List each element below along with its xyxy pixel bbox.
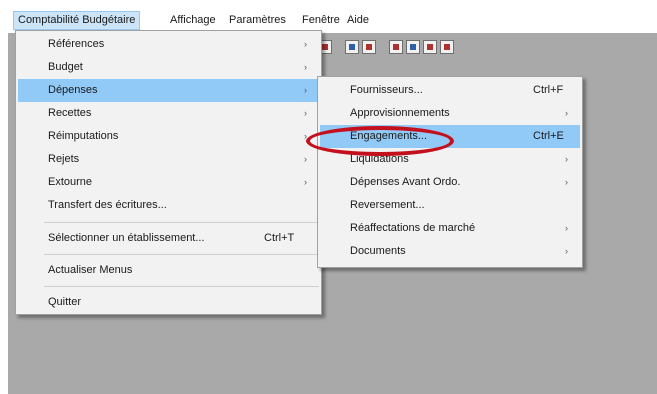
chevron-right-icon: ›	[304, 85, 307, 95]
toolbar-icon[interactable]	[345, 40, 359, 54]
menu-parametres[interactable]: Paramètres	[225, 11, 290, 30]
menu-item-label: Budget	[48, 61, 83, 73]
menu-bar: Comptabilité Budgétaire Affichage Paramè…	[0, 0, 657, 30]
menu-item-rejets[interactable]: Rejets ›	[18, 148, 319, 171]
toolbar-icon[interactable]	[406, 40, 420, 54]
menu-item-label: Rejets	[48, 153, 80, 165]
shortcut-label: Ctrl+T	[264, 232, 295, 244]
menu-item-actualiser-menus[interactable]: Actualiser Menus	[18, 259, 319, 282]
shortcut-label: Ctrl+E	[533, 130, 564, 142]
menu-item-label: Transfert des écritures...	[48, 199, 167, 211]
menu-item-label: Dépenses	[48, 84, 98, 96]
menu-item-reimputations[interactable]: Réimputations ›	[18, 125, 319, 148]
menu-affichage[interactable]: Affichage	[166, 11, 220, 30]
menu-item-label: Actualiser Menus	[48, 264, 133, 276]
submenu-item-documents[interactable]: Documents ›	[320, 240, 580, 263]
menu-item-recettes[interactable]: Recettes ›	[18, 102, 319, 125]
menu-item-label: Extourne	[48, 176, 93, 188]
submenu-item-reversement[interactable]: Reversement...	[320, 194, 580, 217]
menu-item-label: Références	[48, 38, 105, 50]
toolbar-icon[interactable]	[440, 40, 454, 54]
chevron-right-icon: ›	[304, 108, 307, 118]
menu-item-label: Quitter	[48, 296, 82, 308]
chevron-right-icon: ›	[304, 131, 307, 141]
menu-item-label: Dépenses Avant Ordo.	[350, 176, 461, 188]
menu-item-label: Documents	[350, 245, 406, 257]
menu-item-budget[interactable]: Budget ›	[18, 56, 319, 79]
menu-separator	[44, 286, 319, 287]
menu-item-selectionner-etablissement[interactable]: Sélectionner un établissement... Ctrl+T	[18, 227, 319, 250]
submenu-item-reaffectations-de-marche[interactable]: Réaffectations de marché ›	[320, 217, 580, 240]
menu-comptabilite-budgetaire[interactable]: Comptabilité Budgétaire	[13, 11, 141, 30]
toolbar-icon[interactable]	[362, 40, 376, 54]
menu-item-label: Réaffectations de marché	[350, 222, 476, 234]
menu-aide[interactable]: Aide	[343, 11, 373, 30]
menu-item-depenses[interactable]: Dépenses ›	[18, 79, 319, 102]
shortcut-label: Ctrl+F	[533, 84, 564, 96]
menu-item-transfert-des-ecritures[interactable]: Transfert des écritures...	[18, 194, 319, 217]
toolbar-icon[interactable]	[389, 40, 403, 54]
chevron-right-icon: ›	[304, 39, 307, 49]
chevron-right-icon: ›	[565, 246, 568, 256]
menu-item-label: Réimputations	[48, 130, 119, 142]
submenu-item-fournisseurs[interactable]: Fournisseurs... Ctrl+F	[320, 79, 580, 102]
menu-separator	[44, 222, 319, 223]
submenu-item-depenses-avant-ordo[interactable]: Dépenses Avant Ordo. ›	[320, 171, 580, 194]
chevron-right-icon: ›	[565, 108, 568, 118]
chevron-right-icon: ›	[565, 223, 568, 233]
highlight-annotation-ellipse	[306, 126, 454, 156]
menu-item-label: Fournisseurs...	[350, 84, 423, 96]
comptabilite-dropdown-menu: Références › Budget › Dépenses › Recette…	[15, 30, 322, 315]
menu-separator	[44, 254, 319, 255]
menu-item-label: Reversement...	[350, 199, 425, 211]
depenses-submenu: Fournisseurs... Ctrl+F Approvisionnement…	[317, 76, 583, 268]
chevron-right-icon: ›	[565, 177, 568, 187]
toolbar	[318, 36, 457, 58]
submenu-item-approvisionnements[interactable]: Approvisionnements ›	[320, 102, 580, 125]
menu-item-extourne[interactable]: Extourne ›	[18, 171, 319, 194]
menu-item-label: Sélectionner un établissement...	[48, 232, 205, 244]
menu-item-label: Approvisionnements	[350, 107, 450, 119]
chevron-right-icon: ›	[304, 154, 307, 164]
chevron-right-icon: ›	[304, 177, 307, 187]
toolbar-icon[interactable]	[423, 40, 437, 54]
chevron-right-icon: ›	[565, 154, 568, 164]
chevron-right-icon: ›	[304, 62, 307, 72]
menu-item-quitter[interactable]: Quitter	[18, 291, 319, 314]
menu-fenetre[interactable]: Fenêtre	[298, 11, 344, 30]
menu-item-label: Recettes	[48, 107, 92, 119]
menu-item-references[interactable]: Références ›	[18, 33, 319, 56]
